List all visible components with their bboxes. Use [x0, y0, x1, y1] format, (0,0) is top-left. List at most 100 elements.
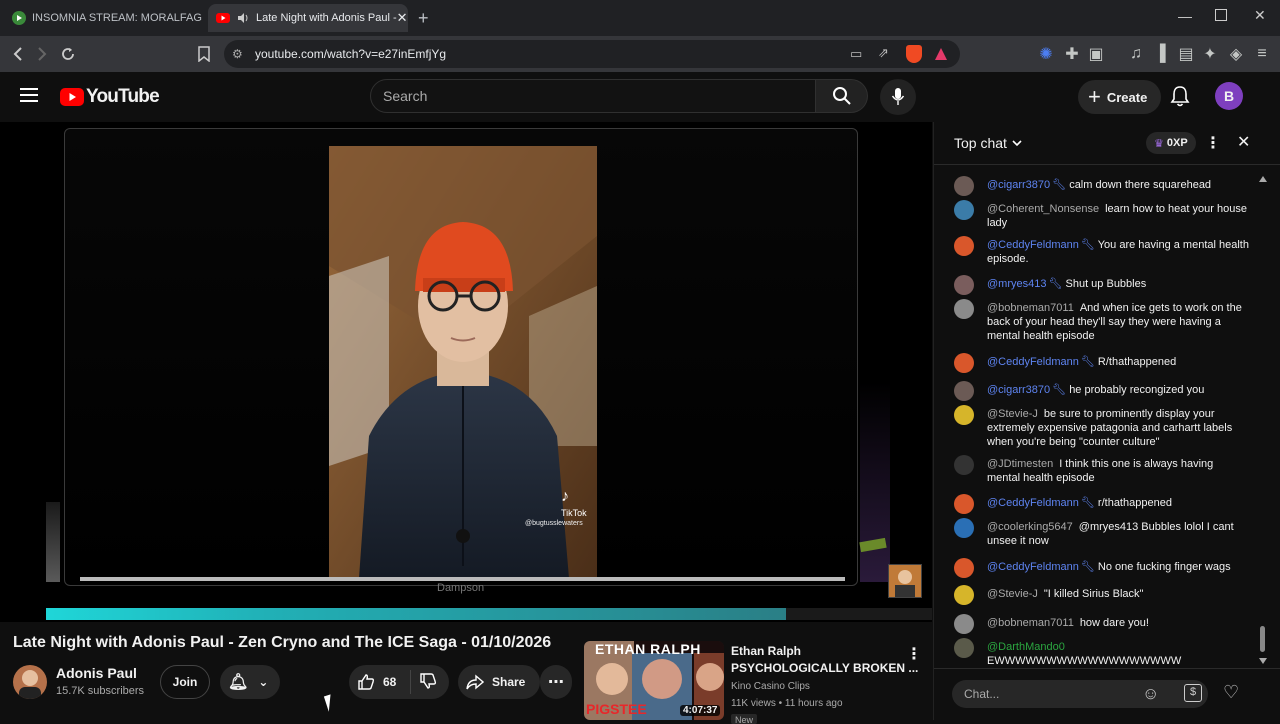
notifications-bell-icon[interactable] — [1170, 85, 1190, 112]
channel-name[interactable]: Adonis Paul — [56, 665, 137, 681]
subscribe-notify-button[interactable]: 🔔︎ ⌄ — [220, 665, 280, 699]
thumbs-up-icon — [358, 674, 375, 690]
extension-icon[interactable]: ✺ — [1034, 42, 1058, 66]
video-player[interactable]: ♪ TikTok @bugtusslewaters Dampson — [0, 122, 932, 622]
media-icon[interactable]: ♫ — [1124, 42, 1148, 66]
chat-author-avatar[interactable] — [954, 518, 974, 538]
recommended-video-title[interactable]: PSYCHOLOGICALLY BROKEN ... — [731, 661, 918, 675]
chat-author-avatar[interactable] — [954, 614, 974, 634]
chat-author-avatar[interactable] — [954, 638, 974, 658]
site-settings-icon[interactable]: ⚙ — [232, 47, 243, 61]
chat-mode-dropdown[interactable]: Top chat — [954, 135, 1023, 151]
progress-bar-played[interactable] — [46, 608, 786, 620]
chat-author-name[interactable]: @CeddyFeldmann — [987, 497, 1079, 509]
chat-author-name[interactable]: @CeddyFeldmann — [987, 356, 1079, 368]
chat-author-name[interactable]: @CeddyFeldmann — [987, 239, 1079, 251]
dislike-button[interactable] — [411, 672, 437, 693]
minimize-icon[interactable]: — — [1178, 8, 1192, 24]
chat-author-avatar[interactable] — [954, 353, 974, 373]
share-button[interactable]: Share — [458, 665, 540, 699]
close-tab-icon[interactable]: ✕ — [397, 10, 408, 26]
moderator-wrench-icon: 🔧︎ — [1052, 179, 1070, 191]
sidebar-icon[interactable]: ▐ — [1148, 42, 1172, 66]
chevron-down-icon — [1012, 140, 1022, 147]
chat-author-name[interactable]: @coolerking5647 — [987, 521, 1073, 533]
reload-icon[interactable] — [56, 42, 80, 66]
wallet-icon[interactable]: ▣ — [1084, 42, 1108, 66]
chat-author-name[interactable]: @Stevie-J — [987, 588, 1038, 600]
chat-author-name[interactable]: @Coherent_Nonsense — [987, 203, 1099, 215]
new-tab-icon[interactable]: + — [418, 8, 429, 29]
close-chat-icon[interactable]: ✕ — [1237, 132, 1250, 152]
audio-playing-icon[interactable] — [236, 11, 250, 25]
search-button[interactable] — [816, 79, 868, 113]
chat-author-avatar[interactable] — [954, 236, 974, 256]
brave-rewards-icon[interactable] — [934, 47, 948, 61]
chat-author-name[interactable]: @JDtimesten — [987, 458, 1053, 470]
heart-icon[interactable]: ♡ — [1223, 682, 1239, 703]
chat-author-name[interactable]: @Stevie-J — [987, 408, 1038, 420]
chat-input-divider — [934, 668, 1280, 669]
chat-author-avatar[interactable] — [954, 494, 974, 514]
chat-author-avatar[interactable] — [954, 275, 974, 295]
super-chat-icon[interactable]: $ — [1184, 684, 1202, 702]
chat-author-name[interactable]: @mryes413 — [987, 278, 1046, 290]
recommended-thumbnail[interactable]: ETHAN RALPH PIGSTEE 4:07:37 — [584, 641, 724, 720]
menu-icon[interactable]: ≡ — [1250, 42, 1274, 66]
hamburger-menu-icon[interactable] — [20, 87, 40, 108]
address-bar[interactable]: ⚙ youtube.com/watch?v=e27inEmfjYg ▭ ⇗ — [224, 40, 960, 68]
wallet2-icon[interactable]: ▤ — [1174, 42, 1198, 66]
cast-icon[interactable]: ▭ — [850, 46, 862, 62]
brave-shield-icon[interactable] — [906, 45, 922, 63]
chat-options-icon[interactable]: ⋮ — [1205, 133, 1221, 153]
extensions-puzzle-icon[interactable]: ✚ — [1060, 42, 1084, 66]
recommended-channel[interactable]: Kino Casino Clips — [731, 681, 810, 692]
chat-author-avatar[interactable] — [954, 558, 974, 578]
chat-input[interactable]: Chat... — [952, 680, 1208, 708]
leo-icon[interactable]: ✦ — [1198, 42, 1222, 66]
bookmark-icon[interactable] — [192, 42, 216, 66]
youtube-header: YouTube Search + Create B — [0, 72, 1280, 122]
emoji-icon[interactable]: ☺ — [1142, 684, 1159, 704]
channel-avatar[interactable] — [13, 665, 47, 699]
logo-text: YouTube — [86, 86, 160, 107]
chat-author-avatar[interactable] — [954, 405, 974, 425]
live-chat-panel: Top chat ♛ 0XP ⋮ ✕ @cigarr3870 🔧︎ calm do… — [933, 122, 1280, 720]
chat-author-name[interactable]: @cigarr3870 — [987, 179, 1050, 191]
like-button[interactable]: 68 — [349, 670, 411, 694]
browser-tab-active[interactable]: Late Night with Adonis Paul - ✕ — [208, 4, 408, 32]
close-window-icon[interactable]: ✕ — [1254, 7, 1266, 24]
chat-author-name[interactable]: @cigarr3870 — [987, 384, 1050, 396]
video-title: Late Night with Adonis Paul - Zen Cryno … — [13, 634, 552, 651]
account-avatar[interactable]: B — [1215, 82, 1243, 110]
youtube-logo[interactable]: YouTube — [60, 86, 160, 108]
chat-author-avatar[interactable] — [954, 381, 974, 401]
forward-icon[interactable] — [30, 42, 54, 66]
chat-author-avatar[interactable] — [954, 176, 974, 196]
maximize-icon[interactable] — [1215, 9, 1227, 21]
progress-bar-remaining[interactable] — [786, 608, 932, 620]
youtube-logo-icon — [60, 88, 84, 106]
chat-author-name[interactable]: @bobneman7011 — [987, 617, 1074, 629]
chat-author-avatar[interactable] — [954, 585, 974, 605]
browser-tab[interactable]: INSOMNIA STREAM: MORALFAG EDI — [4, 4, 204, 32]
chat-author-name[interactable]: @DarthMando0 — [987, 641, 1065, 653]
chat-author-avatar[interactable] — [954, 299, 974, 319]
url-text[interactable]: youtube.com/watch?v=e27inEmfjYg — [255, 47, 446, 61]
join-button[interactable]: Join — [160, 665, 210, 699]
chat-author-avatar[interactable] — [954, 200, 974, 220]
recommended-more-icon[interactable]: ⋮ — [906, 644, 922, 664]
chat-author-name[interactable]: @CeddyFeldmann — [987, 561, 1079, 573]
chat-author-avatar[interactable] — [954, 455, 974, 475]
share-page-icon[interactable]: ⇗ — [878, 45, 889, 61]
back-icon[interactable] — [6, 42, 30, 66]
search-input[interactable]: Search — [370, 79, 816, 113]
chat-scrollbar[interactable] — [1259, 168, 1267, 668]
create-button[interactable]: + Create — [1078, 80, 1162, 114]
chat-author-name[interactable]: @bobneman7011 — [987, 302, 1074, 314]
more-actions-icon[interactable]: ⋯ — [540, 665, 572, 699]
vpn-icon[interactable]: ◈ — [1224, 42, 1248, 66]
xp-badge[interactable]: ♛ 0XP — [1146, 132, 1196, 154]
voice-search-button[interactable] — [880, 79, 916, 115]
recommended-channel-title[interactable]: Ethan Ralph — [731, 644, 801, 658]
